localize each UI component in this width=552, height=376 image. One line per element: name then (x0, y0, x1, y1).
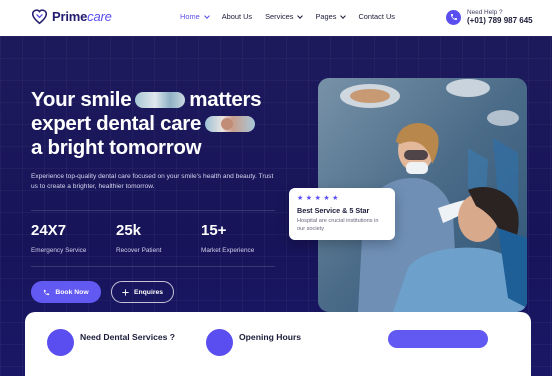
headline-line-2-text: expert dental care (31, 112, 202, 135)
nav-pages-label: Pages (315, 12, 337, 21)
nav-about[interactable]: About Us (222, 12, 252, 21)
main-nav: Home About Us Services Pages Contact Us (180, 12, 408, 21)
clock-icon (206, 329, 233, 356)
brand-name-part2: care (87, 9, 112, 24)
phone-icon (43, 289, 50, 296)
stat-label: Market Experience (201, 247, 255, 254)
stats-divider-bottom (31, 266, 275, 267)
stat-value: 15+ (201, 222, 227, 239)
stats-divider-top (31, 210, 275, 211)
star-icon: ★ (323, 195, 330, 202)
chevron-down-icon (297, 12, 304, 19)
hero-headline: Your smile matters expert dental care a … (31, 88, 262, 160)
smiling-patient-thumbnail (205, 116, 256, 132)
help-contact[interactable]: Need Help ? (+01) 789 987 645 (446, 9, 533, 26)
headline-line-3: a bright tomorrow (31, 136, 261, 160)
star-icon: ★ (305, 195, 313, 202)
book-now-button[interactable]: Book Now (31, 281, 101, 303)
hero-description: Experience top-quality dental care focus… (31, 173, 274, 190)
nav-home[interactable]: Home (180, 12, 210, 21)
help-text: Need Help ? (+01) 789 987 645 (467, 9, 533, 26)
book-now-label: Book Now (55, 288, 89, 296)
review-card: ★ ★ ★ ★ ★ Best Service & 5 Star Hospital… (289, 188, 395, 240)
star-icon: ★ (297, 195, 304, 202)
nav-services-label: Services (265, 12, 294, 21)
headline-line-3-text: a bright tomorrow (31, 136, 202, 159)
stat-patients: 25k Recover Patient (116, 222, 161, 254)
stat-value: 25k (116, 222, 142, 239)
info-card-button[interactable] (388, 330, 488, 348)
brand-name: Primecare (52, 9, 112, 24)
enquiries-button[interactable]: Enquires (111, 281, 174, 303)
chevron-down-icon (340, 12, 347, 19)
dental-tools-thumbnail (135, 92, 186, 108)
rating-stars: ★ ★ ★ ★ ★ (297, 195, 387, 202)
nav-services[interactable]: Services (265, 12, 304, 21)
nav-about-label: About Us (221, 12, 253, 21)
nav-home-label: Home (180, 12, 200, 21)
help-phone-number[interactable]: (+01) 789 987 645 (467, 16, 533, 25)
star-icon: ★ (332, 195, 339, 202)
tooth-heart-icon (31, 9, 48, 25)
nav-contact-label: Contact Us (358, 12, 395, 21)
review-title: Best Service & 5 Star (297, 206, 370, 215)
dental-service-icon (47, 329, 74, 356)
info-card: Need Dental Services ? Opening Hours (25, 312, 531, 376)
phone-icon (446, 9, 461, 25)
headline-line-1-b: matters (189, 88, 262, 111)
stat-experience: 15+ Market Experience (201, 222, 254, 254)
chevron-down-icon (203, 12, 210, 19)
stat-label: Emergency Service (31, 247, 87, 254)
enquiries-label: Enquires (133, 288, 164, 296)
review-text: Hospital are crucial institutions in our… (297, 218, 379, 232)
help-label: Need Help ? (467, 9, 503, 16)
stat-label: Recover Patient (116, 247, 162, 254)
info-item-hours-title: Opening Hours (239, 332, 302, 342)
stat-value: 24X7 (31, 222, 67, 239)
logo[interactable]: Primecare (31, 8, 112, 25)
nav-contact[interactable]: Contact Us (358, 12, 395, 21)
site-header: Primecare Home About Us Services Pages C… (0, 0, 552, 36)
star-icon: ★ (314, 195, 321, 202)
plus-icon (122, 288, 129, 296)
info-item-services-title: Need Dental Services ? (80, 332, 176, 342)
headline-line-1: Your smile matters (31, 88, 262, 112)
nav-pages[interactable]: Pages (315, 12, 347, 21)
stat-emergency: 24X7 Emergency Service (31, 222, 86, 254)
brand-name-part1: Prime (52, 9, 88, 24)
headline-line-2: expert dental care (31, 112, 261, 136)
headline-line-1-a: Your smile (31, 88, 132, 111)
